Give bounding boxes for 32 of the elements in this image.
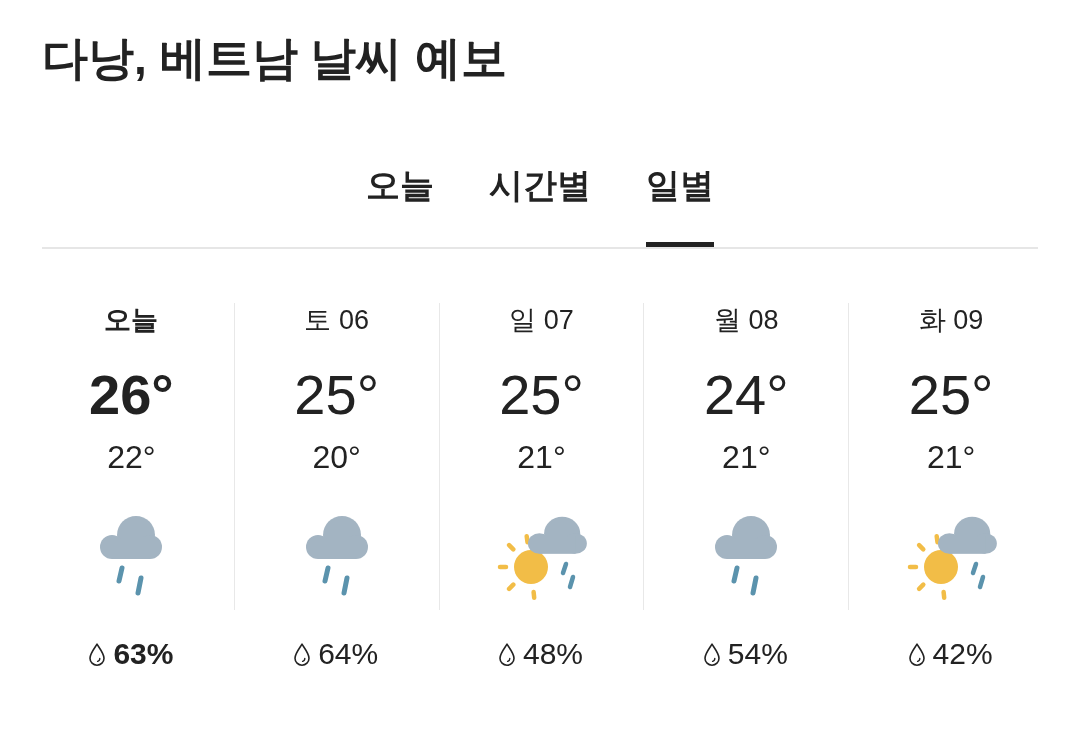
raindrop-icon (908, 642, 925, 666)
tab[interactable]: 시간별 (489, 165, 591, 247)
raindrop-icon (294, 642, 311, 666)
low-temperature: 21° (517, 438, 566, 476)
high-temperature: 25° (908, 363, 994, 427)
low-temperature: 20° (312, 438, 361, 476)
high-temperature: 25° (294, 363, 380, 427)
precipitation-chance: 54% (727, 636, 788, 672)
low-temperature: 21° (926, 438, 976, 476)
precipitation-chance: 48% (522, 636, 583, 672)
rain-cloud-icon (99, 515, 164, 596)
rain-cloud-icon (304, 515, 369, 596)
high-temperature: 25° (499, 363, 584, 427)
day-label: 화 09 (918, 304, 984, 337)
tab[interactable]: 일별 (646, 165, 714, 247)
tab[interactable]: 오늘 (366, 165, 434, 247)
rain-cloud-icon (714, 515, 779, 596)
raindrop-icon (498, 642, 515, 666)
high-temperature: 26° (89, 363, 174, 427)
day-label: 월 08 (714, 304, 779, 337)
day-label: 오늘 (104, 304, 159, 337)
precipitation-chance: 64% (318, 636, 379, 672)
precipitation-chance: 42% (932, 636, 993, 672)
page-title: 다낭, 베트남 날씨 예보 (42, 31, 508, 86)
raindrop-icon (703, 642, 720, 666)
day-label: 토 06 (304, 304, 369, 337)
raindrop-icon (89, 642, 106, 666)
low-temperature: 21° (722, 438, 771, 476)
precipitation-chance: 63% (113, 636, 174, 672)
high-temperature: 24° (703, 363, 789, 427)
low-temperature: 22° (107, 438, 156, 476)
day-label: 일 07 (509, 304, 574, 337)
